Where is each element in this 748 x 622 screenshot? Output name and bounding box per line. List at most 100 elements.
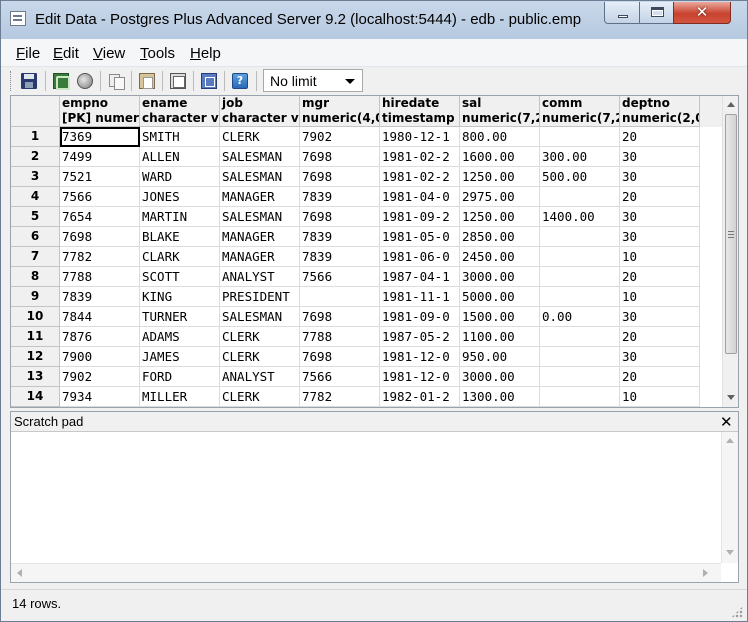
scroll-right-icon[interactable] xyxy=(703,569,708,577)
table-cell-hiredate[interactable]: 1981-11-1 xyxy=(380,287,460,307)
resize-grip[interactable] xyxy=(731,606,743,618)
row-number[interactable]: 9 xyxy=(11,287,60,307)
table-cell-hiredate[interactable]: 1981-02-2 xyxy=(380,147,460,167)
table-cell-mgr[interactable]: 7698 xyxy=(300,167,380,187)
row-number[interactable]: 14 xyxy=(11,387,60,407)
table-cell-hiredate[interactable]: 1981-12-0 xyxy=(380,367,460,387)
table-cell-empno[interactable]: 7654 xyxy=(60,207,140,227)
table-cell-empno[interactable]: 7839 xyxy=(60,287,140,307)
table-cell-comm[interactable]: 1400.00 xyxy=(540,207,620,227)
column-header-comm[interactable]: comm numeric(7,2 xyxy=(540,96,620,127)
menu-edit[interactable]: Edit xyxy=(53,45,79,62)
table-cell-job[interactable]: CLERK xyxy=(220,387,300,407)
table-cell-mgr[interactable]: 7839 xyxy=(300,227,380,247)
table-cell-ename[interactable]: SMITH xyxy=(140,127,220,147)
table-cell-mgr[interactable]: 7566 xyxy=(300,267,380,287)
table-cell-mgr[interactable]: 7698 xyxy=(300,347,380,367)
table-cell-comm[interactable] xyxy=(540,287,620,307)
table-cell-comm[interactable] xyxy=(540,127,620,147)
stop-button[interactable] xyxy=(75,71,95,91)
toolbar-grip[interactable] xyxy=(10,71,13,91)
table-cell-ename[interactable]: ALLEN xyxy=(140,147,220,167)
table-cell-job[interactable]: PRESIDENT xyxy=(220,287,300,307)
table-cell-deptno[interactable]: 30 xyxy=(620,307,700,327)
row-number[interactable]: 8 xyxy=(11,267,60,287)
table-cell-job[interactable]: ANALYST xyxy=(220,267,300,287)
row-number[interactable]: 11 xyxy=(11,327,60,347)
table-cell-empno[interactable]: 7782 xyxy=(60,247,140,267)
table-cell-ename[interactable]: FORD xyxy=(140,367,220,387)
column-header-empno[interactable]: empno [PK] numeri xyxy=(60,96,140,127)
table-cell-comm[interactable] xyxy=(540,387,620,407)
scroll-thumb[interactable] xyxy=(725,114,737,354)
table-cell-empno[interactable]: 7521 xyxy=(60,167,140,187)
table-cell-deptno[interactable]: 10 xyxy=(620,387,700,407)
table-cell-ename[interactable]: JAMES xyxy=(140,347,220,367)
table-cell-hiredate[interactable]: 1987-04-1 xyxy=(380,267,460,287)
table-cell-deptno[interactable]: 10 xyxy=(620,287,700,307)
table-cell-job[interactable]: ANALYST xyxy=(220,367,300,387)
table-cell-empno[interactable]: 7902 xyxy=(60,367,140,387)
row-number[interactable]: 10 xyxy=(11,307,60,327)
scroll-up-icon[interactable] xyxy=(726,438,734,443)
row-number[interactable]: 6 xyxy=(11,227,60,247)
table-cell-hiredate[interactable]: 1981-06-0 xyxy=(380,247,460,267)
column-header-mgr[interactable]: mgr numeric(4,0 xyxy=(300,96,380,127)
table-cell-job[interactable]: CLERK xyxy=(220,327,300,347)
close-icon[interactable]: ✕ xyxy=(720,412,733,432)
table-cell-sal[interactable]: 1250.00 xyxy=(460,207,540,227)
menu-tools[interactable]: Tools xyxy=(140,45,175,62)
title-bar[interactable]: Edit Data - Postgres Plus Advanced Serve… xyxy=(1,1,747,39)
table-cell-sal[interactable]: 1250.00 xyxy=(460,167,540,187)
table-cell-hiredate[interactable]: 1982-01-2 xyxy=(380,387,460,407)
table-cell-sal[interactable]: 800.00 xyxy=(460,127,540,147)
table-cell-comm[interactable] xyxy=(540,327,620,347)
grid-corner[interactable] xyxy=(11,96,60,127)
table-cell-comm[interactable]: 300.00 xyxy=(540,147,620,167)
table-cell-deptno[interactable]: 10 xyxy=(620,247,700,267)
row-number[interactable]: 5 xyxy=(11,207,60,227)
table-cell-deptno[interactable]: 30 xyxy=(620,347,700,367)
table-cell-sal[interactable]: 2850.00 xyxy=(460,227,540,247)
table-cell-comm[interactable] xyxy=(540,347,620,367)
table-cell-mgr[interactable]: 7698 xyxy=(300,207,380,227)
table-cell-sal[interactable]: 1600.00 xyxy=(460,147,540,167)
table-cell-hiredate[interactable]: 1981-05-0 xyxy=(380,227,460,247)
menu-help[interactable]: Help xyxy=(190,45,221,62)
table-cell-ename[interactable]: MILLER xyxy=(140,387,220,407)
table-cell-comm[interactable]: 500.00 xyxy=(540,167,620,187)
table-cell-job[interactable]: MANAGER xyxy=(220,247,300,267)
table-cell-deptno[interactable]: 20 xyxy=(620,187,700,207)
table-cell-empno[interactable]: 7876 xyxy=(60,327,140,347)
table-cell-ename[interactable]: MARTIN xyxy=(140,207,220,227)
table-cell-sal[interactable]: 2450.00 xyxy=(460,247,540,267)
table-cell-ename[interactable]: CLARK xyxy=(140,247,220,267)
table-cell-deptno[interactable]: 20 xyxy=(620,327,700,347)
table-cell-job[interactable]: MANAGER xyxy=(220,187,300,207)
row-number[interactable]: 4 xyxy=(11,187,60,207)
scratch-horizontal-scrollbar[interactable] xyxy=(11,563,721,582)
menu-view[interactable]: View xyxy=(93,45,125,62)
menu-file[interactable]: File xyxy=(16,45,40,62)
table-cell-ename[interactable]: JONES xyxy=(140,187,220,207)
table-cell-mgr[interactable]: 7698 xyxy=(300,307,380,327)
table-cell-empno[interactable]: 7844 xyxy=(60,307,140,327)
column-header-deptno[interactable]: deptno numeric(2,0 xyxy=(620,96,700,127)
sort-button[interactable] xyxy=(199,71,219,91)
table-cell-mgr[interactable]: 7782 xyxy=(300,387,380,407)
table-cell-sal[interactable]: 1100.00 xyxy=(460,327,540,347)
table-cell-comm[interactable] xyxy=(540,227,620,247)
table-cell-ename[interactable]: SCOTT xyxy=(140,267,220,287)
scroll-down-icon[interactable] xyxy=(727,395,735,400)
maximize-button[interactable] xyxy=(639,2,674,24)
row-number[interactable]: 7 xyxy=(11,247,60,267)
scroll-left-icon[interactable] xyxy=(17,569,22,577)
table-cell-comm[interactable] xyxy=(540,267,620,287)
close-button[interactable]: ✕ xyxy=(673,2,731,24)
table-cell-mgr[interactable]: 7698 xyxy=(300,147,380,167)
table-cell-ename[interactable]: BLAKE xyxy=(140,227,220,247)
filter-button[interactable] xyxy=(168,71,188,91)
table-cell-empno[interactable]: 7788 xyxy=(60,267,140,287)
table-cell-deptno[interactable]: 30 xyxy=(620,167,700,187)
table-cell-empno[interactable]: 7900 xyxy=(60,347,140,367)
